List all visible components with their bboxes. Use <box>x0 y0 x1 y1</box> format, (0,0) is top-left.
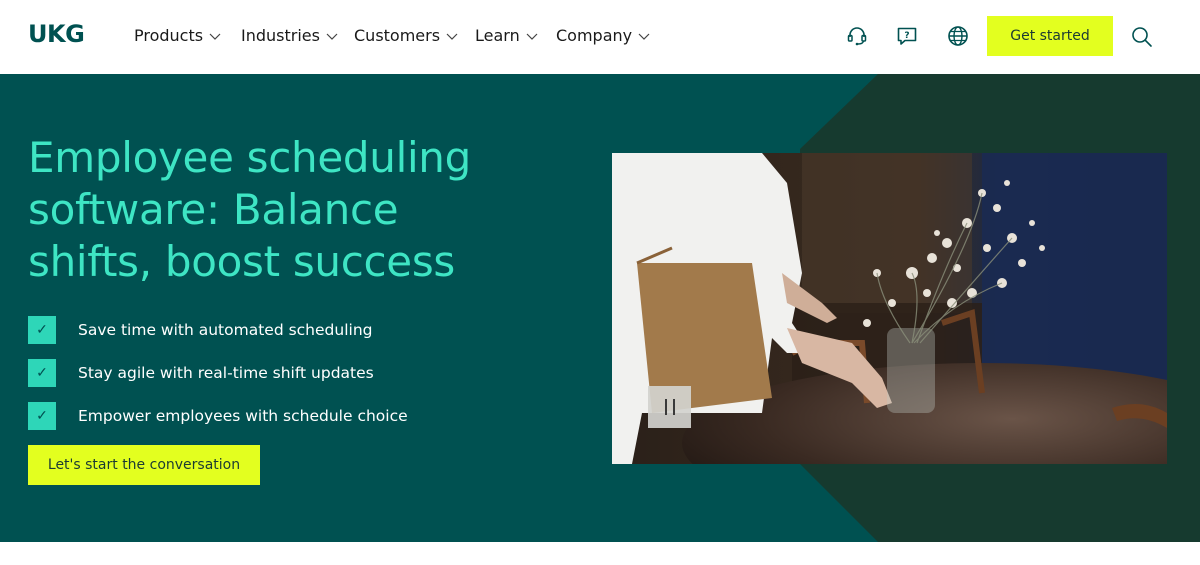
pause-icon <box>672 399 675 415</box>
start-conversation-button[interactable]: Let's start the conversation <box>28 445 260 485</box>
nav-label: Products <box>134 26 204 45</box>
nav-label: Learn <box>475 26 520 45</box>
feature-item: ✓ Stay agile with real-time shift update… <box>28 351 408 394</box>
server-arranging-flowers-photo <box>612 153 1167 464</box>
support-icon[interactable] <box>846 25 868 47</box>
checkmark-icon: ✓ <box>28 315 56 344</box>
ukg-logo[interactable]: UKG <box>28 20 85 48</box>
nav-label: Customers <box>354 26 441 45</box>
chevron-down-icon <box>446 33 458 40</box>
hero-video[interactable] <box>612 153 1167 464</box>
pause-button[interactable] <box>648 386 691 428</box>
chevron-down-icon <box>638 33 650 40</box>
site-header: UKG Products Industries Customers Learn … <box>0 0 1200 74</box>
feature-list: ✓ Save time with automated scheduling ✓ … <box>28 308 408 437</box>
nav-label: Company <box>556 26 633 45</box>
chevron-down-icon <box>326 33 338 40</box>
get-started-button[interactable]: Get started <box>987 16 1113 56</box>
pause-icon <box>664 399 667 415</box>
hero-section: Employee scheduling software: Balance sh… <box>0 74 1200 542</box>
feature-item: ✓ Empower employees with schedule choice <box>28 394 408 437</box>
feature-text: Save time with automated scheduling <box>78 320 373 339</box>
feature-text: Empower employees with schedule choice <box>78 406 408 425</box>
nav-label: Industries <box>241 26 320 45</box>
nav-products[interactable]: Products <box>134 26 241 45</box>
feature-item: ✓ Save time with automated scheduling <box>28 308 408 351</box>
nav-learn[interactable]: Learn <box>475 26 556 45</box>
nav-customers[interactable]: Customers <box>354 26 475 45</box>
globe-icon[interactable] <box>947 25 969 47</box>
chat-help-icon[interactable]: ? <box>896 25 918 47</box>
main-nav: Products Industries Customers Learn Comp… <box>134 26 651 45</box>
search-icon[interactable] <box>1130 25 1154 49</box>
chevron-down-icon <box>526 33 538 40</box>
page-below-fold <box>0 542 1200 565</box>
nav-industries[interactable]: Industries <box>241 26 354 45</box>
nav-company[interactable]: Company <box>556 26 651 45</box>
hero-title: Employee scheduling software: Balance sh… <box>28 133 471 286</box>
checkmark-icon: ✓ <box>28 358 56 387</box>
checkmark-icon: ✓ <box>28 401 56 430</box>
feature-text: Stay agile with real-time shift updates <box>78 363 374 382</box>
chevron-down-icon <box>209 33 221 40</box>
svg-text:?: ? <box>904 31 909 41</box>
